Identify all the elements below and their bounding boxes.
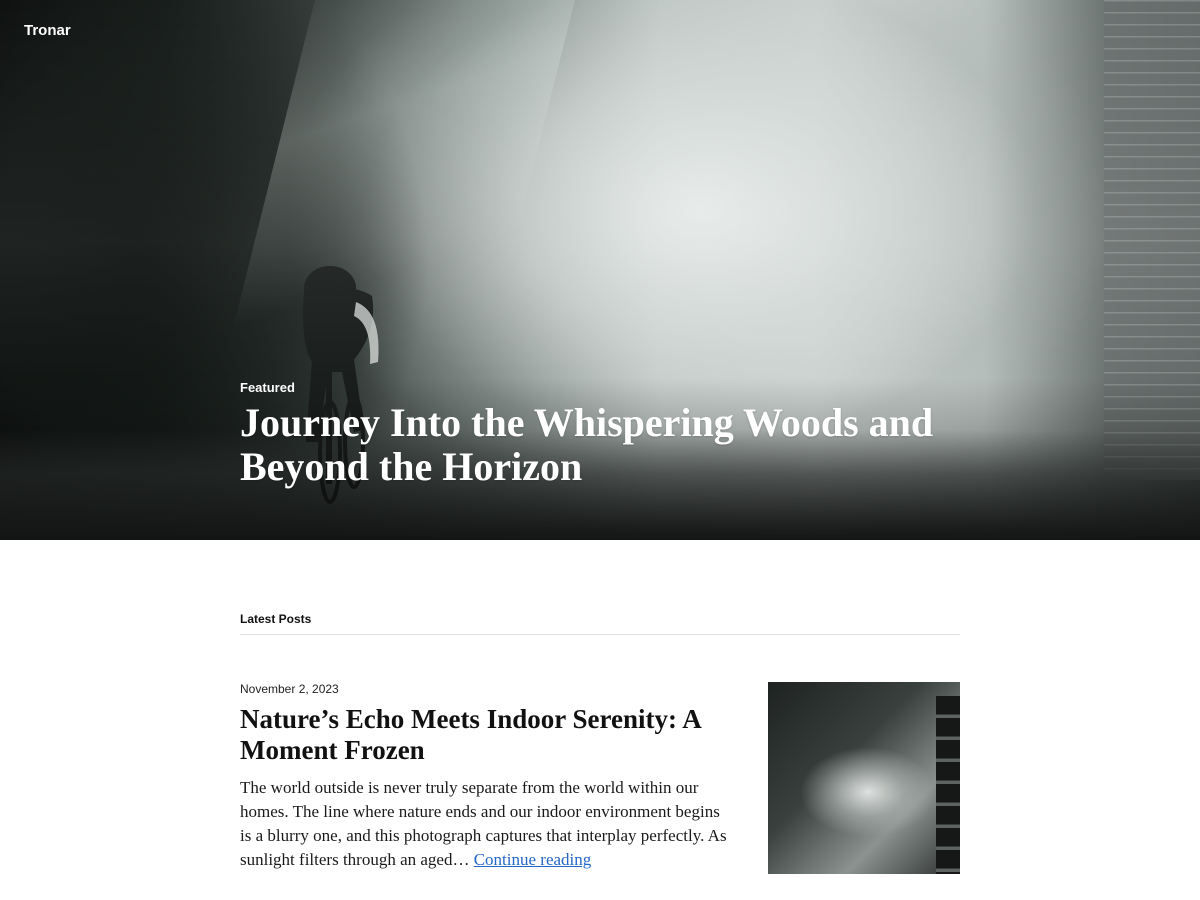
featured-hero[interactable]: Tronar Featured Journey Into the Whisper… [0, 0, 1200, 540]
post-excerpt: The world outside is never truly separat… [240, 776, 730, 872]
post-date: November 2, 2023 [240, 682, 339, 696]
latest-posts-section: Latest Posts [240, 612, 960, 635]
post-card: November 2, 2023 Nature’s Echo Meets Ind… [240, 682, 960, 882]
post-title-link[interactable]: Nature’s Echo Meets Indoor Serenity: A M… [240, 704, 730, 766]
featured-label: Featured [240, 380, 295, 395]
hero-caption: Featured Journey Into the Whispering Woo… [240, 380, 940, 489]
featured-post-title[interactable]: Journey Into the Whispering Woods and Be… [240, 401, 940, 489]
post-text: November 2, 2023 Nature’s Echo Meets Ind… [240, 682, 730, 872]
post-thumbnail-image[interactable] [768, 682, 960, 874]
latest-posts-heading: Latest Posts [240, 612, 960, 635]
continue-reading-link[interactable]: Continue reading [474, 850, 592, 869]
site-title-link[interactable]: Tronar [24, 22, 71, 39]
post-thumbnail-window-frame [936, 696, 960, 874]
